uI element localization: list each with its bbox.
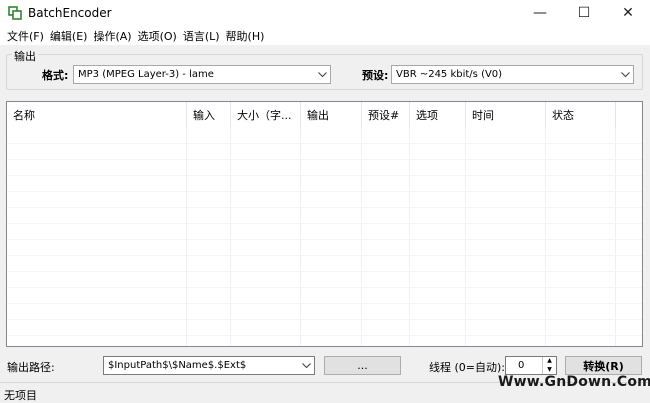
file-list[interactable]: 名称 输入 大小（字... 输出 预设# 选项 时间 状态: [6, 101, 643, 347]
grid-line: [7, 191, 642, 192]
close-button[interactable]: ✕: [606, 0, 650, 26]
grid-line: [7, 223, 642, 224]
column-header-options[interactable]: 选项: [410, 102, 466, 128]
menu-options[interactable]: 选项(O): [135, 28, 180, 44]
grid-line: [230, 128, 231, 346]
column-header-output[interactable]: 输出: [301, 102, 362, 128]
output-path-value: $InputPath$\$Name$.$Ext$: [108, 360, 247, 371]
threads-stepper[interactable]: 0 ▲ ▼: [505, 356, 557, 375]
status-text: 无项目: [4, 389, 37, 402]
format-select[interactable]: MP3 (MPEG Layer-3) - lame: [73, 65, 331, 84]
threads-value: 0: [518, 360, 525, 371]
column-header-name[interactable]: 名称: [7, 102, 187, 128]
browse-button-label: ...: [357, 359, 368, 372]
format-select-value: MP3 (MPEG Layer-3) - lame: [78, 69, 214, 80]
column-header-input[interactable]: 输入: [187, 102, 231, 128]
menu-file[interactable]: 文件(F): [4, 28, 47, 44]
grid-line: [545, 128, 546, 346]
threads-stepper-buttons: ▲ ▼: [542, 357, 556, 374]
grid-line: [300, 128, 301, 346]
preset-label: 预设:: [362, 69, 389, 82]
grid-line: [361, 128, 362, 346]
app-icon: [8, 6, 22, 20]
grid-line: [615, 128, 616, 346]
format-label: 格式:: [42, 69, 69, 82]
watermark-text: Www.GnDown.Com: [498, 374, 650, 390]
grid-line: [465, 128, 466, 346]
menu-action[interactable]: 操作(A): [90, 28, 134, 44]
chevron-down-icon: [314, 66, 330, 83]
output-path-label: 输出路径:: [7, 361, 55, 374]
grid-line: [409, 128, 410, 346]
grid-line: [7, 175, 642, 176]
grid-line: [7, 255, 642, 256]
close-icon: ✕: [622, 5, 634, 21]
spin-up-icon[interactable]: ▲: [543, 357, 556, 366]
grid-line: [7, 303, 642, 304]
column-header-size[interactable]: 大小（字...: [231, 102, 301, 128]
grid-line: [7, 271, 642, 272]
threads-label: 线程 (0=自动):: [429, 361, 506, 374]
chevron-down-icon: [617, 66, 633, 83]
column-header-status[interactable]: 状态: [546, 102, 616, 128]
menu-language[interactable]: 语言(L): [180, 28, 223, 44]
maximize-button[interactable]: ☐: [562, 0, 606, 26]
output-path-select[interactable]: $InputPath$\$Name$.$Ext$: [103, 356, 315, 375]
convert-button-label: 转换(R): [583, 359, 624, 373]
window-title: BatchEncoder: [28, 6, 112, 20]
minimize-button[interactable]: —: [518, 0, 562, 26]
menu-bar: 文件(F) 编辑(E) 操作(A) 选项(O) 语言(L) 帮助(H): [0, 26, 650, 45]
grid-line: [7, 319, 642, 320]
browse-button[interactable]: ...: [324, 356, 401, 375]
preset-select[interactable]: VBR ~245 kbit/s (V0): [391, 65, 634, 84]
output-group-label: 输出: [12, 48, 38, 64]
menu-edit[interactable]: 编辑(E): [47, 28, 91, 44]
file-list-header: 名称 输入 大小（字... 输出 预设# 选项 时间 状态: [7, 102, 642, 128]
file-list-body[interactable]: [7, 128, 642, 346]
spin-down-icon[interactable]: ▼: [543, 366, 556, 375]
grid-line: [7, 159, 642, 160]
grid-line: [7, 287, 642, 288]
grid-line: [7, 207, 642, 208]
grid-line: [186, 128, 187, 346]
column-header-time[interactable]: 时间: [466, 102, 546, 128]
title-bar: BatchEncoder — ☐ ✕: [0, 0, 650, 26]
minimize-icon: —: [533, 5, 547, 21]
grid-line: [7, 335, 642, 336]
grid-line: [7, 239, 642, 240]
convert-button[interactable]: 转换(R): [565, 356, 642, 375]
window-controls: — ☐ ✕: [518, 0, 650, 26]
menu-help[interactable]: 帮助(H): [223, 28, 268, 44]
column-header-preset[interactable]: 预设#: [362, 102, 410, 128]
chevron-down-icon: [298, 357, 314, 374]
maximize-icon: ☐: [577, 5, 591, 21]
preset-select-value: VBR ~245 kbit/s (V0): [396, 69, 503, 80]
grid-line: [7, 143, 642, 144]
